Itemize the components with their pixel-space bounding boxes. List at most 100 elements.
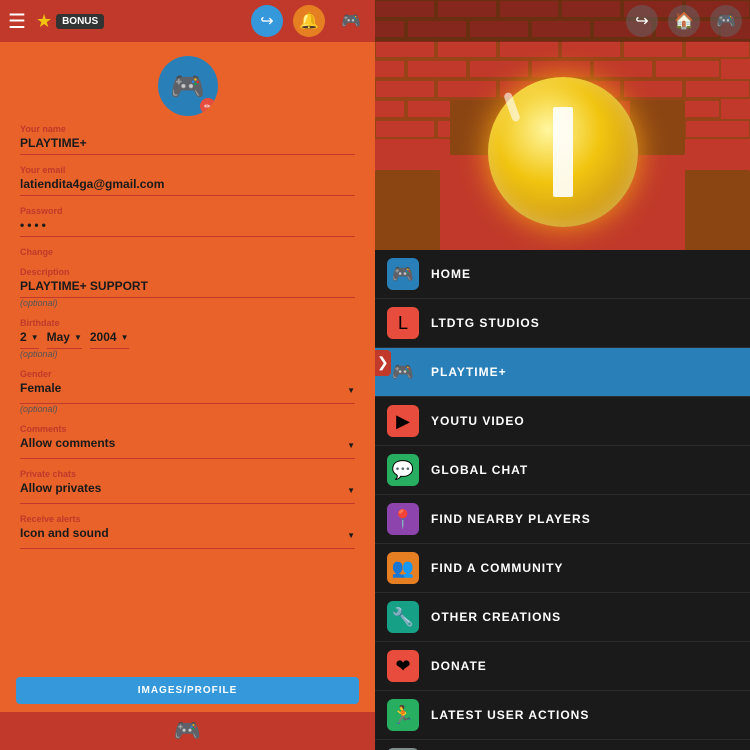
comments-value: Allow comments — [20, 436, 347, 454]
menu-icon-ltdtg: L — [387, 307, 419, 339]
menu-item-youtube[interactable]: ▶ YOUTU VIDEO — [375, 397, 750, 446]
birth-year-select[interactable]: 2004 ▼ — [90, 330, 129, 349]
header-actions: ↪ 🔔 🎮 — [251, 5, 367, 37]
menu-label-donate: DONATE — [431, 659, 487, 673]
birthdate-label: Birthdate — [20, 318, 355, 328]
star-icon: ★ — [36, 11, 52, 32]
menu-label-community: FIND A COMMUNITY — [431, 561, 563, 575]
side-arrow[interactable]: ❯ — [375, 350, 391, 376]
bottom-nav-gamepad-icon[interactable]: 🎮 — [174, 718, 201, 744]
menu-item-donate[interactable]: ❤ DONATE — [375, 642, 750, 691]
logo-text: BONUS — [62, 16, 98, 27]
menu-icon-home: 🎮 — [387, 258, 419, 290]
menu-item-home[interactable]: 🎮 HOME — [375, 250, 750, 299]
menu-item-lastactions[interactable]: 🪑YOUR LAST ACTIONS — [375, 740, 750, 750]
logo-box: BONUS — [56, 14, 104, 29]
menu-panel: 🎮 HOME L LTDTG STUDIOS 🎮 PLAYTIME+ ▶ YOUTU VIDE… — [375, 250, 750, 750]
menu-label-latest: LATEST USER ACTIONS — [431, 708, 589, 722]
right-share-button[interactable]: ↪ — [626, 5, 658, 37]
menu-item-latest[interactable]: 🏃 LATEST USER ACTIONS — [375, 691, 750, 740]
private-select[interactable]: Allow privates ▼ — [20, 481, 355, 504]
edit-badge[interactable]: ✏ — [200, 98, 216, 114]
change-label: Change — [20, 247, 355, 257]
coin — [488, 77, 638, 227]
menu-label-nearby: FIND NEARBY PLAYERS — [431, 512, 591, 526]
avatar-image: 🎮 — [170, 70, 205, 103]
password-value[interactable]: •••• — [20, 218, 355, 237]
name-value[interactable]: PLAYTIME+ — [20, 136, 355, 155]
bell-icon: 🔔 — [299, 11, 319, 31]
description-field: Description PLAYTIME+ SUPPORT (optional) — [20, 267, 355, 308]
gamepad-button[interactable]: 🎮 — [335, 5, 367, 37]
menu-icon-other: 🔧 — [387, 601, 419, 633]
email-field: Your email latiendita4ga@gmail.com — [20, 165, 355, 196]
left-panel: ☰ ★ BONUS ↪ 🔔 🎮 🎮 ✏ Your name — [0, 0, 375, 750]
name-label: Your name — [20, 124, 355, 134]
birthdate-row: 2 ▼ May ▼ 2004 ▼ — [20, 330, 355, 349]
birth-day-select[interactable]: 2 ▼ — [20, 330, 39, 349]
private-arrow: ▼ — [347, 486, 355, 495]
bottom-nav: 🎮 — [0, 712, 375, 750]
menu-icon-playtime: 🎮 — [387, 356, 419, 388]
menu-icon-latest: 🏃 — [387, 699, 419, 731]
menu-label-playtime: PLAYTIME+ — [431, 365, 507, 379]
header-logo: ★ BONUS — [36, 11, 104, 32]
menu-item-other[interactable]: 🔧 OTHER CREATIONS — [375, 593, 750, 642]
coin-area — [375, 42, 750, 262]
gender-field: Gender Female ▼ (optional) — [20, 369, 355, 414]
right-share-icon: ↪ — [635, 11, 648, 31]
comments-label: Comments — [20, 424, 355, 434]
right-panel: ↪ 🏠 🎮 ❯ 🎮 HOME L LTDTG STUDIOS 🎮 PLAYTIME+ ▶ YO… — [375, 0, 750, 750]
birth-month: May — [47, 330, 70, 344]
right-header: ↪ 🏠 🎮 — [375, 0, 750, 42]
email-value[interactable]: latiendita4ga@gmail.com — [20, 177, 355, 196]
menu-icon-globalchat: 💬 — [387, 454, 419, 486]
bell-button[interactable]: 🔔 — [293, 5, 325, 37]
alerts-select[interactable]: Icon and sound ▼ — [20, 526, 355, 549]
year-arrow: ▼ — [121, 333, 129, 342]
gender-arrow: ▼ — [347, 386, 355, 395]
private-label: Private chats — [20, 469, 355, 479]
comments-field: Comments Allow comments ▼ — [20, 424, 355, 459]
comments-select[interactable]: Allow comments ▼ — [20, 436, 355, 459]
menu-icon-donate: ❤ — [387, 650, 419, 682]
change-field: Change — [20, 247, 355, 257]
images-profile-button[interactable]: IMAGES/PROFILE — [16, 677, 359, 704]
right-icon2: 🏠 — [674, 11, 694, 31]
alerts-value: Icon and sound — [20, 526, 347, 544]
gender-value: Female — [20, 381, 347, 399]
birth-month-select[interactable]: May ▼ — [47, 330, 82, 349]
right-gamepad-icon: 🎮 — [716, 11, 736, 31]
description-label: Description — [20, 267, 355, 277]
birth-day: 2 — [20, 330, 27, 344]
password-field: Password •••• — [20, 206, 355, 237]
hamburger-icon[interactable]: ☰ — [8, 9, 26, 34]
menu-label-other: OTHER CREATIONS — [431, 610, 561, 624]
menu-item-community[interactable]: 👥 FIND A COMMUNITY — [375, 544, 750, 593]
avatar[interactable]: 🎮 ✏ — [158, 56, 218, 116]
gender-select[interactable]: Female ▼ — [20, 381, 355, 404]
menu-item-ltdtg[interactable]: L LTDTG STUDIOS — [375, 299, 750, 348]
menu-item-playtime[interactable]: 🎮 PLAYTIME+ — [375, 348, 750, 397]
day-arrow: ▼ — [31, 333, 39, 342]
menu-label-globalchat: GLOBAL CHAT — [431, 463, 528, 477]
menu-icon-nearby: 📍 — [387, 503, 419, 535]
menu-item-nearby[interactable]: 📍 FIND NEARBY PLAYERS — [375, 495, 750, 544]
optional1: (optional) — [20, 298, 355, 308]
share-button[interactable]: ↪ — [251, 5, 283, 37]
right-btn2[interactable]: 🏠 — [668, 5, 700, 37]
description-value[interactable]: PLAYTIME+ SUPPORT — [20, 279, 355, 298]
right-gamepad-button[interactable]: 🎮 — [710, 5, 742, 37]
alerts-field: Receive alerts Icon and sound ▼ — [20, 514, 355, 549]
menu-label-home: HOME — [431, 267, 471, 281]
form-section: Your name PLAYTIME+ Your email latiendit… — [0, 124, 375, 669]
share-icon: ↪ — [260, 11, 273, 31]
menu-label-youtube: YOUTU VIDEO — [431, 414, 525, 428]
optional3: (optional) — [20, 404, 355, 414]
menu-label-ltdtg: LTDTG STUDIOS — [431, 316, 540, 330]
name-field: Your name PLAYTIME+ — [20, 124, 355, 155]
menu-icon-youtube: ▶ — [387, 405, 419, 437]
menu-icon-community: 👥 — [387, 552, 419, 584]
coin-shine — [503, 92, 521, 123]
menu-item-globalchat[interactable]: 💬 GLOBAL CHAT — [375, 446, 750, 495]
